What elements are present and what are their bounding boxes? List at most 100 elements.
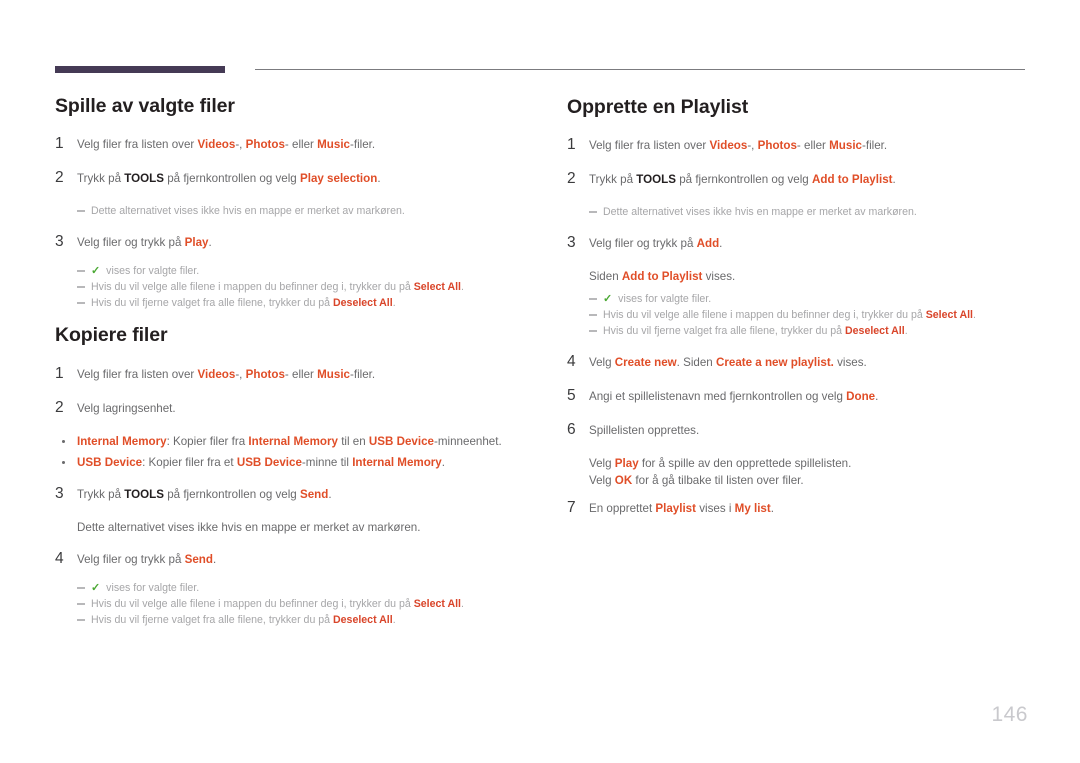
content-columns: Spille av valgte filer 1 Velg filer fra …	[55, 95, 1035, 642]
dash-bullet-icon	[77, 586, 85, 589]
step-item: 3 Velg filer og trykk på Add.	[567, 234, 1035, 252]
step-item: 3 Trykk på TOOLS på fjernkontrollen og v…	[55, 485, 523, 503]
step-number: 1	[55, 135, 64, 153]
step-text: Spillelisten opprettes.	[589, 424, 700, 438]
step-number: 6	[567, 421, 576, 439]
step-number: 2	[55, 398, 64, 416]
dot-bullet-icon	[62, 460, 65, 464]
step-number: 1	[55, 364, 64, 382]
right-column: Opprette en Playlist 1 Velg filer fra li…	[567, 96, 1035, 642]
note-item: Hvis du vil velge alle filene i mappen d…	[77, 596, 523, 612]
step-number: 3	[55, 484, 64, 502]
note-text: vises for valgte filer.	[618, 293, 712, 306]
step3-note-paragraph: Dette alternativet vises ikke hvis en ma…	[77, 520, 421, 534]
dash-bullet-icon	[589, 330, 597, 333]
step-item: 6 Spillelisten opprettes.	[567, 421, 1035, 439]
step-text: Velg filer og trykk på Play.	[77, 236, 212, 250]
step-item: 7 En opprettet Playlist vises i My list.	[567, 499, 1035, 517]
bullet-text: USB Device: Kopier filer fra et USB Devi…	[77, 455, 445, 469]
list-item: Internal Memory: Kopier filer fra Intern…	[55, 433, 523, 450]
step-item: 1 Velg filer fra listen over Videos-, Ph…	[55, 365, 523, 383]
checkmark-icon: ✓	[91, 265, 101, 278]
step-item: 2 Velg lagringsenhet.	[55, 399, 523, 417]
note-text: Hvis du vil fjerne valget fra alle filen…	[91, 613, 396, 626]
note-text: vises for valgte filer.	[106, 265, 200, 278]
step-item: 2 Trykk på TOOLS på fjernkontrollen og v…	[567, 170, 1035, 188]
note-text: Hvis du vil velge alle filene i mappen d…	[91, 597, 464, 610]
note-item: ✓ vises for valgte filer.	[77, 263, 523, 279]
dash-bullet-icon	[77, 270, 85, 273]
note-item: ✓ vises for valgte filer.	[589, 291, 1035, 307]
header-thin-rule	[255, 69, 1025, 70]
step-number: 1	[567, 136, 576, 154]
checkmark-icon: ✓	[91, 581, 101, 594]
dash-bullet-icon	[589, 314, 597, 317]
note-text: Hvis du vil fjerne valget fra alle filen…	[91, 297, 396, 310]
note-text: Hvis du vil fjerne valget fra alle filen…	[603, 325, 908, 338]
step-text: Velg filer og trykk på Add.	[589, 237, 723, 251]
note-item: Dette alternativet vises ikke hvis en ma…	[589, 204, 1035, 220]
step-item: 5 Angi et spillelistenavn med fjernkontr…	[567, 387, 1035, 405]
step-text: Velg filer fra listen over Videos-, Phot…	[77, 138, 376, 152]
step-item: 4 Velg filer og trykk på Send.	[55, 550, 523, 568]
dash-bullet-icon	[77, 302, 85, 305]
step-number: 7	[567, 499, 576, 517]
step-number: 2	[567, 170, 576, 188]
step-text: Velg filer og trykk på Send.	[77, 552, 217, 566]
dot-bullet-icon	[62, 439, 65, 443]
note-list: Dette alternativet vises ikke hvis en ma…	[589, 204, 1035, 220]
note-text: Hvis du vil velge alle filene i mappen d…	[91, 281, 464, 294]
step-item: 4 Velg Create new. Siden Create a new pl…	[567, 353, 1035, 371]
step-text: Velg Create new. Siden Create a new play…	[589, 356, 867, 370]
step-number: 4	[567, 353, 576, 371]
note-item: Hvis du vil fjerne valget fra alle filen…	[77, 612, 523, 628]
note-item: Hvis du vil velge alle filene i mappen d…	[77, 279, 523, 295]
dash-bullet-icon	[589, 298, 597, 301]
list-item: USB Device: Kopier filer fra et USB Devi…	[55, 454, 523, 471]
step-text: Trykk på TOOLS på fjernkontrollen og vel…	[77, 487, 332, 501]
note-text: Hvis du vil velge alle filene i mappen d…	[603, 309, 976, 322]
dash-bullet-icon	[589, 211, 597, 214]
note-item: Hvis du vil velge alle filene i mappen d…	[589, 307, 1035, 323]
note-list: ✓ vises for valgte filer. Hvis du vil ve…	[589, 291, 1035, 339]
section-title-kopiere-filer: Kopiere filer	[55, 324, 168, 347]
step-number: 3	[567, 234, 576, 252]
storage-option-bullet-list: Internal Memory: Kopier filer fra Intern…	[55, 433, 523, 471]
note-list: Dette alternativet vises ikke hvis en ma…	[77, 203, 523, 219]
step-item: 3 Velg filer og trykk på Play.	[55, 233, 523, 251]
note-list: ✓ vises for valgte filer. Hvis du vil ve…	[77, 263, 523, 311]
left-column: Spille av valgte filer 1 Velg filer fra …	[55, 95, 523, 642]
step-text: Trykk på TOOLS på fjernkontrollen og vel…	[589, 173, 896, 187]
dash-bullet-icon	[77, 210, 85, 213]
step-item: 1 Velg filer fra listen over Videos-, Ph…	[55, 135, 523, 153]
step-text: Velg filer fra listen over Videos-, Phot…	[589, 139, 888, 153]
note-item: ✓ vises for valgte filer.	[77, 580, 523, 596]
step-number: 2	[55, 169, 64, 187]
play-instruction-line: Velg Play for å spille av den opprettede…	[589, 457, 852, 471]
step-item: 2 Trykk på TOOLS på fjernkontrollen og v…	[55, 169, 523, 187]
section-title-spille-av-valgte-filer: Spille av valgte filer	[55, 95, 235, 117]
note-item: Hvis du vil fjerne valget fra alle filen…	[77, 295, 523, 311]
add-to-playlist-page-note: Siden Add to Playlist vises.	[589, 270, 736, 284]
header-accent-rule	[55, 66, 225, 73]
note-text: vises for valgte filer.	[106, 581, 200, 594]
page-number: 146	[991, 703, 1028, 726]
note-item: Hvis du vil fjerne valget fra alle filen…	[589, 323, 1035, 339]
checkmark-icon: ✓	[603, 293, 613, 306]
dash-bullet-icon	[77, 618, 85, 621]
step-number: 4	[55, 549, 64, 567]
playlist-result-paragraph: Velg Play for å spille av den opprettede…	[589, 455, 1035, 489]
dash-bullet-icon	[77, 602, 85, 605]
step-text: Velg lagringsenhet.	[77, 401, 176, 415]
note-text: Dette alternativet vises ikke hvis en ma…	[91, 205, 405, 218]
step-text: Velg filer fra listen over Videos-, Phot…	[77, 367, 376, 381]
page-header-rules	[55, 66, 1025, 74]
dash-bullet-icon	[77, 286, 85, 289]
step-text: Trykk på TOOLS på fjernkontrollen og vel…	[77, 172, 381, 186]
step-number: 3	[55, 233, 64, 251]
note-text: Dette alternativet vises ikke hvis en ma…	[603, 206, 917, 219]
step-number: 5	[567, 387, 576, 405]
document-page: Spille av valgte filer 1 Velg filer fra …	[0, 0, 1080, 763]
step-item: 1 Velg filer fra listen over Videos-, Ph…	[567, 136, 1035, 154]
bullet-text: Internal Memory: Kopier filer fra Intern…	[77, 434, 502, 448]
